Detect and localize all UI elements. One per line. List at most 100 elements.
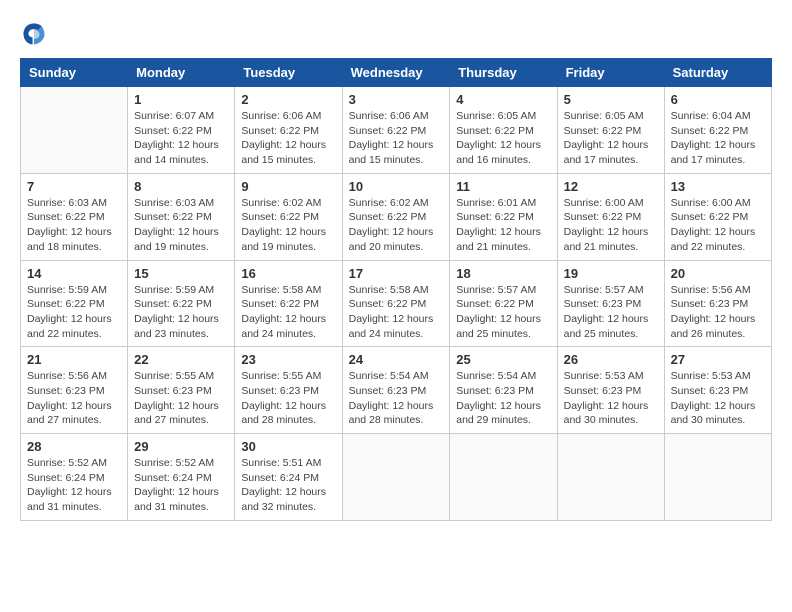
day-info: Sunrise: 5:54 AM Sunset: 6:23 PM Dayligh…	[349, 369, 444, 428]
day-number: 19	[564, 266, 658, 281]
day-number: 5	[564, 92, 658, 107]
calendar-cell: 12Sunrise: 6:00 AM Sunset: 6:22 PM Dayli…	[557, 173, 664, 260]
day-info: Sunrise: 5:58 AM Sunset: 6:22 PM Dayligh…	[241, 283, 335, 342]
day-number: 9	[241, 179, 335, 194]
calendar-cell: 27 Sunrise: 5:53 AM Sunset: 6:23 PM Dayli…	[664, 347, 771, 434]
calendar-cell: 5 Sunrise: 6:05 AM Sunset: 6:22 PM Daylig…	[557, 87, 664, 174]
day-number: 4	[456, 92, 550, 107]
day-number: 2	[241, 92, 335, 107]
day-number: 29	[134, 439, 228, 454]
calendar-cell: 16 Sunrise: 5:58 AM Sunset: 6:22 PM Dayli…	[235, 260, 342, 347]
day-number: 1	[134, 92, 228, 107]
page-header	[20, 20, 772, 48]
day-info: Sunrise: 5:54 AM Sunset: 6:23 PM Dayligh…	[456, 369, 550, 428]
day-number: 16	[241, 266, 335, 281]
calendar-cell	[557, 434, 664, 521]
day-info: Sunrise: 5:56 AM Sunset: 6:23 PM Dayligh…	[27, 369, 121, 428]
day-info: Sunrise: 6:01 AM Sunset: 6:22 PM Dayligh…	[456, 196, 550, 255]
day-number: 25	[456, 352, 550, 367]
day-info: Sunrise: 6:06 AM Sunset: 6:22 PM Dayligh…	[349, 109, 444, 168]
calendar-cell: 4 Sunrise: 6:05 AM Sunset: 6:22 PM Daylig…	[450, 87, 557, 174]
calendar-day-header: Saturday	[664, 59, 771, 87]
day-number: 14	[27, 266, 121, 281]
day-number: 3	[349, 92, 444, 107]
calendar-cell: 23 Sunrise: 5:55 AM Sunset: 6:23 PM Dayli…	[235, 347, 342, 434]
day-info: Sunrise: 5:51 AM Sunset: 6:24 PM Dayligh…	[241, 456, 335, 515]
day-number: 12	[564, 179, 658, 194]
calendar-cell: 22Sunrise: 5:55 AM Sunset: 6:23 PM Dayli…	[128, 347, 235, 434]
calendar-week-row: 7 Sunrise: 6:03 AM Sunset: 6:22 PM Daylig…	[21, 173, 772, 260]
calendar-cell: 15 Sunrise: 5:59 AM Sunset: 6:22 PM Dayli…	[128, 260, 235, 347]
day-number: 30	[241, 439, 335, 454]
day-info: Sunrise: 6:04 AM Sunset: 6:22 PM Dayligh…	[671, 109, 765, 168]
calendar-day-header: Friday	[557, 59, 664, 87]
day-number: 22	[134, 352, 228, 367]
calendar-day-header: Thursday	[450, 59, 557, 87]
day-info: Sunrise: 5:56 AM Sunset: 6:23 PM Dayligh…	[671, 283, 765, 342]
calendar-table: SundayMondayTuesdayWednesdayThursdayFrid…	[20, 58, 772, 521]
day-info: Sunrise: 5:53 AM Sunset: 6:23 PM Dayligh…	[564, 369, 658, 428]
calendar-header-row: SundayMondayTuesdayWednesdayThursdayFrid…	[21, 59, 772, 87]
day-number: 11	[456, 179, 550, 194]
day-info: Sunrise: 5:59 AM Sunset: 6:22 PM Dayligh…	[134, 283, 228, 342]
day-number: 18	[456, 266, 550, 281]
calendar-cell: 13 Sunrise: 6:00 AM Sunset: 6:22 PM Dayli…	[664, 173, 771, 260]
day-number: 15	[134, 266, 228, 281]
day-number: 24	[349, 352, 444, 367]
calendar-cell	[21, 87, 128, 174]
calendar-week-row: 21Sunrise: 5:56 AM Sunset: 6:23 PM Dayli…	[21, 347, 772, 434]
calendar-cell: 11 Sunrise: 6:01 AM Sunset: 6:22 PM Dayli…	[450, 173, 557, 260]
calendar-cell	[342, 434, 450, 521]
day-number: 7	[27, 179, 121, 194]
calendar-cell: 24 Sunrise: 5:54 AM Sunset: 6:23 PM Dayli…	[342, 347, 450, 434]
calendar-week-row: 1 Sunrise: 6:07 AM Sunset: 6:22 PM Daylig…	[21, 87, 772, 174]
calendar-cell: 10 Sunrise: 6:02 AM Sunset: 6:22 PM Dayli…	[342, 173, 450, 260]
day-info: Sunrise: 6:03 AM Sunset: 6:22 PM Dayligh…	[27, 196, 121, 255]
day-number: 10	[349, 179, 444, 194]
calendar-cell: 3 Sunrise: 6:06 AM Sunset: 6:22 PM Daylig…	[342, 87, 450, 174]
day-number: 13	[671, 179, 765, 194]
calendar-cell: 2 Sunrise: 6:06 AM Sunset: 6:22 PM Daylig…	[235, 87, 342, 174]
calendar-day-header: Tuesday	[235, 59, 342, 87]
day-info: Sunrise: 5:53 AM Sunset: 6:23 PM Dayligh…	[671, 369, 765, 428]
day-info: Sunrise: 6:03 AM Sunset: 6:22 PM Dayligh…	[134, 196, 228, 255]
day-number: 23	[241, 352, 335, 367]
calendar-cell: 19 Sunrise: 5:57 AM Sunset: 6:23 PM Dayli…	[557, 260, 664, 347]
calendar-day-header: Monday	[128, 59, 235, 87]
day-info: Sunrise: 5:57 AM Sunset: 6:22 PM Dayligh…	[456, 283, 550, 342]
calendar-cell	[450, 434, 557, 521]
day-number: 27	[671, 352, 765, 367]
day-info: Sunrise: 6:05 AM Sunset: 6:22 PM Dayligh…	[564, 109, 658, 168]
day-info: Sunrise: 5:55 AM Sunset: 6:23 PM Dayligh…	[241, 369, 335, 428]
calendar-cell: 28Sunrise: 5:52 AM Sunset: 6:24 PM Dayli…	[21, 434, 128, 521]
calendar-cell: 29 Sunrise: 5:52 AM Sunset: 6:24 PM Dayli…	[128, 434, 235, 521]
day-info: Sunrise: 6:05 AM Sunset: 6:22 PM Dayligh…	[456, 109, 550, 168]
calendar-cell: 7 Sunrise: 6:03 AM Sunset: 6:22 PM Daylig…	[21, 173, 128, 260]
day-info: Sunrise: 5:52 AM Sunset: 6:24 PM Dayligh…	[134, 456, 228, 515]
calendar-cell: 25 Sunrise: 5:54 AM Sunset: 6:23 PM Dayli…	[450, 347, 557, 434]
calendar-cell: 9 Sunrise: 6:02 AM Sunset: 6:22 PM Daylig…	[235, 173, 342, 260]
day-number: 26	[564, 352, 658, 367]
calendar-cell	[664, 434, 771, 521]
day-info: Sunrise: 5:57 AM Sunset: 6:23 PM Dayligh…	[564, 283, 658, 342]
day-info: Sunrise: 6:07 AM Sunset: 6:22 PM Dayligh…	[134, 109, 228, 168]
calendar-cell: 21Sunrise: 5:56 AM Sunset: 6:23 PM Dayli…	[21, 347, 128, 434]
logo	[20, 20, 50, 48]
day-number: 20	[671, 266, 765, 281]
day-number: 17	[349, 266, 444, 281]
day-number: 8	[134, 179, 228, 194]
calendar-cell: 26 Sunrise: 5:53 AM Sunset: 6:23 PM Dayli…	[557, 347, 664, 434]
calendar-cell: 6Sunrise: 6:04 AM Sunset: 6:22 PM Daylig…	[664, 87, 771, 174]
day-info: Sunrise: 5:58 AM Sunset: 6:22 PM Dayligh…	[349, 283, 444, 342]
day-info: Sunrise: 6:02 AM Sunset: 6:22 PM Dayligh…	[349, 196, 444, 255]
calendar-week-row: 14 Sunrise: 5:59 AM Sunset: 6:22 PM Dayli…	[21, 260, 772, 347]
calendar-cell: 8 Sunrise: 6:03 AM Sunset: 6:22 PM Daylig…	[128, 173, 235, 260]
calendar-cell: 1 Sunrise: 6:07 AM Sunset: 6:22 PM Daylig…	[128, 87, 235, 174]
day-info: Sunrise: 6:02 AM Sunset: 6:22 PM Dayligh…	[241, 196, 335, 255]
calendar-cell: 17 Sunrise: 5:58 AM Sunset: 6:22 PM Dayli…	[342, 260, 450, 347]
day-info: Sunrise: 5:59 AM Sunset: 6:22 PM Dayligh…	[27, 283, 121, 342]
day-info: Sunrise: 6:00 AM Sunset: 6:22 PM Dayligh…	[671, 196, 765, 255]
calendar-day-header: Wednesday	[342, 59, 450, 87]
calendar-day-header: Sunday	[21, 59, 128, 87]
day-info: Sunrise: 6:06 AM Sunset: 6:22 PM Dayligh…	[241, 109, 335, 168]
